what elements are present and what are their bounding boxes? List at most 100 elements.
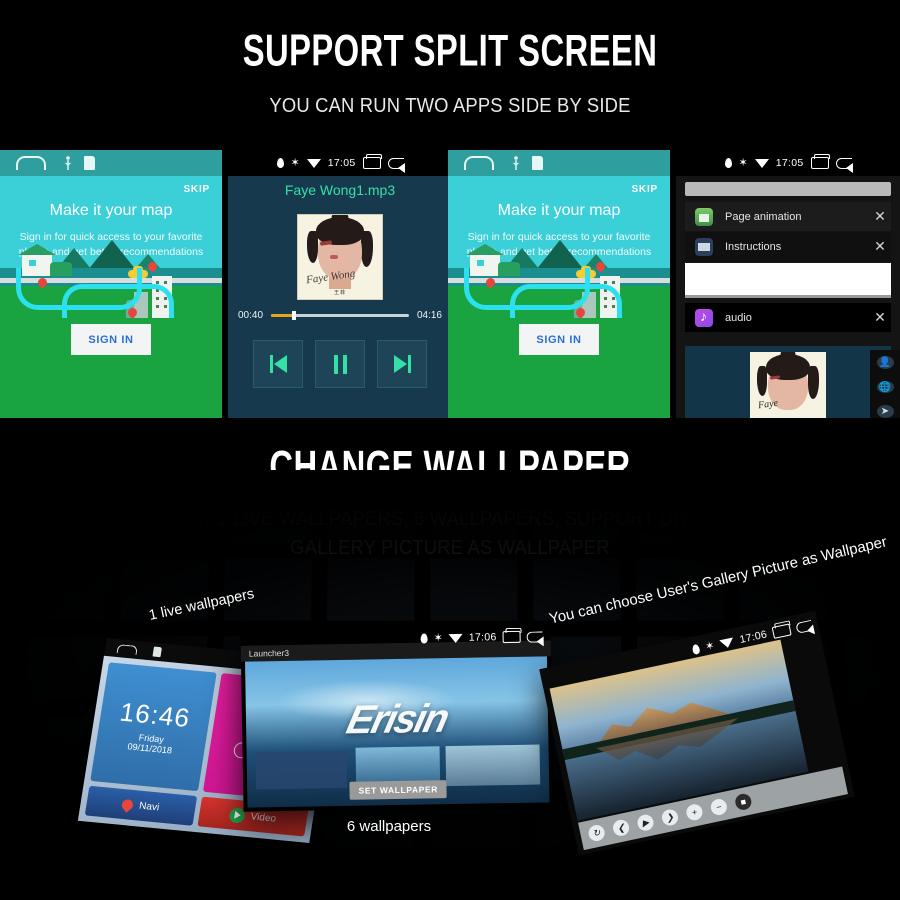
route-path bbox=[62, 284, 174, 318]
wifi-icon bbox=[719, 636, 735, 649]
usb-icon bbox=[65, 156, 71, 170]
location-pin-icon bbox=[420, 633, 428, 644]
close-icon[interactable]: ✕ bbox=[869, 238, 891, 255]
recents-icon[interactable] bbox=[771, 623, 792, 639]
wallpaper-thumb[interactable] bbox=[255, 750, 347, 790]
recents-icon[interactable] bbox=[362, 154, 382, 169]
recent-apps-app: ✶ 17:05 Page animation ✕ Instructions ✕ … bbox=[676, 150, 900, 418]
screenshot-panel-maps-left: SKIP Make it your map Sign in for quick … bbox=[0, 150, 222, 418]
bluetooth-icon: ✶ bbox=[290, 156, 300, 169]
recents-scrollbar[interactable] bbox=[685, 182, 891, 196]
clock-time: 16:46 bbox=[117, 696, 193, 734]
book-app-icon bbox=[695, 237, 713, 256]
music-player-app: ✶ 17:05 Faye Wong1.mp3 Faye Wong 王菲 00:4… bbox=[228, 150, 452, 418]
duration-time: 04:16 bbox=[416, 310, 442, 321]
wallpaper-preview[interactable]: Erisin SET WALLPAPER bbox=[245, 656, 550, 808]
map-pin-icon bbox=[119, 796, 136, 813]
split-screen-strip: SKIP Make it your map Sign in for quick … bbox=[0, 150, 900, 418]
top-fade bbox=[0, 470, 900, 560]
route-path bbox=[510, 284, 622, 318]
album-art-thumbnail: Faye bbox=[750, 352, 826, 418]
music-status-bar: ✶ 17:05 bbox=[228, 150, 452, 176]
album-subtext: 王菲 bbox=[333, 290, 347, 296]
maps-app: SKIP Make it your map Sign in for quick … bbox=[448, 150, 670, 418]
maps-title: Make it your map bbox=[49, 202, 173, 219]
clock-date: 09/11/2018 bbox=[126, 741, 173, 756]
status-clock: 17:06 bbox=[468, 631, 497, 644]
status-clock: 17:05 bbox=[775, 157, 804, 169]
launcher-wallpaper-device: ✶ 17:06 Launcher3 Erisin SET WALLPAPER bbox=[240, 623, 554, 812]
maps-title: Make it your map bbox=[497, 202, 621, 219]
progress-handle[interactable] bbox=[291, 311, 296, 320]
bluetooth-icon: ✶ bbox=[738, 156, 748, 169]
recent-item-page-animation[interactable]: Page animation ✕ bbox=[685, 202, 891, 231]
recent-item-preview-card[interactable] bbox=[685, 263, 891, 298]
wallpaper-thumb[interactable] bbox=[445, 744, 541, 787]
add-user-icon[interactable]: 👤 bbox=[876, 356, 894, 369]
screenshot-panel-music-player: ✶ 17:05 Faye Wong1.mp3 Faye Wong 王菲 00:4… bbox=[228, 150, 452, 418]
recents-side-toolbar: 👤 🌐 ➤ bbox=[870, 350, 900, 418]
skip-button[interactable]: SKIP bbox=[631, 184, 658, 195]
sdcard-icon bbox=[84, 156, 95, 170]
recents-icon[interactable] bbox=[810, 154, 830, 169]
sdcard-icon bbox=[152, 646, 163, 658]
usb-icon bbox=[513, 156, 519, 170]
wifi-icon bbox=[306, 158, 321, 168]
cursor-icon[interactable]: ➤ bbox=[876, 405, 894, 418]
skip-button[interactable]: SKIP bbox=[183, 184, 210, 195]
set-wallpaper-icon[interactable]: ■ bbox=[733, 792, 753, 812]
promo-page: SUPPORT SPLIT SCREEN YOU CAN RUN TWO APP… bbox=[0, 0, 900, 900]
recent-audio-thumbnail[interactable]: Faye bbox=[685, 346, 891, 418]
home-app-icon bbox=[695, 207, 713, 226]
maps-status-bar bbox=[0, 150, 222, 176]
pause-icon bbox=[333, 354, 347, 374]
recent-item-label: Instructions bbox=[725, 240, 782, 253]
screenshot-panel-maps-right: SKIP Make it your map Sign in for quick … bbox=[448, 150, 670, 418]
recent-item-label: audio bbox=[725, 311, 752, 324]
clock-widget[interactable]: 16:46 Friday 09/11/2018 bbox=[90, 662, 217, 792]
back-icon[interactable] bbox=[835, 157, 853, 173]
recents-icon[interactable] bbox=[502, 630, 521, 644]
next-button[interactable] bbox=[377, 340, 427, 388]
player-controls bbox=[228, 340, 452, 388]
progress-slider[interactable] bbox=[271, 311, 409, 320]
recent-item-audio[interactable]: audio ✕ bbox=[685, 303, 891, 332]
maps-app: SKIP Make it your map Sign in for quick … bbox=[0, 150, 222, 418]
globe-icon[interactable]: 🌐 bbox=[876, 380, 894, 394]
zoom-out-icon[interactable]: − bbox=[709, 797, 729, 817]
maps-status-bar bbox=[448, 150, 670, 176]
pause-button[interactable] bbox=[315, 340, 365, 388]
recent-item-instructions[interactable]: Instructions ✕ bbox=[685, 232, 891, 261]
brand-logo: Erisin bbox=[342, 696, 452, 743]
location-pin-icon bbox=[276, 158, 284, 168]
location-pin-icon bbox=[691, 643, 701, 655]
navi-label: Navi bbox=[138, 800, 161, 813]
progress-row: 00:40 04:16 bbox=[238, 310, 442, 321]
caption-six-wallpapers: 6 wallpapers bbox=[346, 818, 432, 835]
elapsed-time: 00:40 bbox=[238, 310, 264, 321]
recents-status-bar: ✶ 17:05 bbox=[676, 150, 900, 176]
back-icon[interactable] bbox=[387, 157, 405, 173]
recent-item-label: Page animation bbox=[725, 210, 802, 223]
split-screen-subtitle: YOU CAN RUN TWO APPS SIDE BY SIDE bbox=[269, 95, 631, 117]
sdcard-icon bbox=[532, 156, 543, 170]
home-icon bbox=[16, 156, 46, 170]
home-icon bbox=[116, 644, 138, 655]
back-icon[interactable] bbox=[795, 619, 814, 634]
bottom-fade bbox=[0, 830, 900, 900]
split-screen-title: SUPPORT SPLIT SCREEN bbox=[242, 26, 658, 76]
location-pin-icon bbox=[724, 158, 732, 168]
music-app-icon bbox=[695, 308, 713, 327]
close-icon[interactable]: ✕ bbox=[869, 208, 891, 225]
album-art: Faye Wong 王菲 bbox=[297, 214, 383, 300]
set-wallpaper-button[interactable]: SET WALLPAPER bbox=[349, 780, 448, 800]
sign-in-button[interactable]: SIGN IN bbox=[71, 324, 151, 355]
close-icon[interactable]: ✕ bbox=[869, 309, 891, 326]
sign-in-button[interactable]: SIGN IN bbox=[519, 324, 599, 355]
progress-fill bbox=[271, 314, 292, 317]
back-icon[interactable] bbox=[526, 630, 543, 643]
previous-button[interactable] bbox=[253, 340, 303, 388]
track-title: Faye Wong1.mp3 bbox=[284, 182, 396, 198]
bluetooth-icon: ✶ bbox=[704, 639, 716, 653]
wifi-icon bbox=[754, 158, 769, 168]
